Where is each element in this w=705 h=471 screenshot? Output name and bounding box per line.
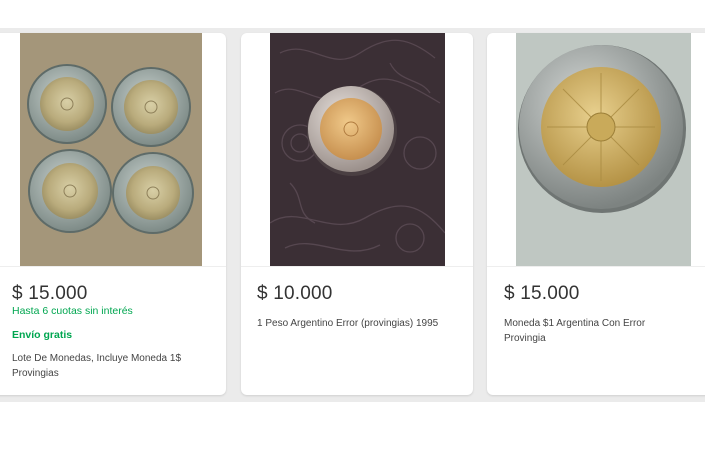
product-image[interactable] xyxy=(0,33,226,266)
product-title[interactable]: Lote De Monedas, Incluye Moneda 1$ Provi… xyxy=(12,351,212,381)
title-line: Lote De Monedas, Incluye Moneda 1$ xyxy=(12,353,181,364)
top-band xyxy=(0,0,705,28)
coin-photo xyxy=(270,33,445,266)
title-line: Provingias xyxy=(12,368,59,379)
title-line: Provingia xyxy=(504,333,546,344)
free-shipping-label: Envío gratis xyxy=(12,329,73,341)
product-image[interactable] xyxy=(487,33,705,266)
product-image[interactable] xyxy=(241,33,473,266)
product-card[interactable]: $ 10.000 1 Peso Argentino Error (proving… xyxy=(241,33,473,395)
coins-photo xyxy=(20,33,202,266)
bottom-band xyxy=(0,402,705,471)
divider xyxy=(0,266,226,267)
divider xyxy=(241,266,473,267)
product-title[interactable]: 1 Peso Argentino Error (provingias) 1995 xyxy=(257,316,469,331)
title-line: 1 Peso Argentino Error (provingias) 1995 xyxy=(257,318,439,329)
divider xyxy=(487,266,705,267)
price: $ 15.000 xyxy=(504,283,580,304)
product-card[interactable]: $ 15.000 Moneda $1 Argentina Con Error P… xyxy=(487,33,705,395)
coin-photo xyxy=(516,33,691,266)
installments-text: Hasta 6 cuotas sin interés xyxy=(12,305,133,317)
price: $ 10.000 xyxy=(257,283,333,304)
price: $ 15.000 xyxy=(12,283,88,304)
title-line: Moneda $1 Argentina Con Error xyxy=(504,318,646,329)
product-card[interactable]: $ 15.000 Hasta 6 cuotas sin interés Enví… xyxy=(0,33,226,395)
product-title[interactable]: Moneda $1 Argentina Con Error Provingia xyxy=(504,316,704,346)
